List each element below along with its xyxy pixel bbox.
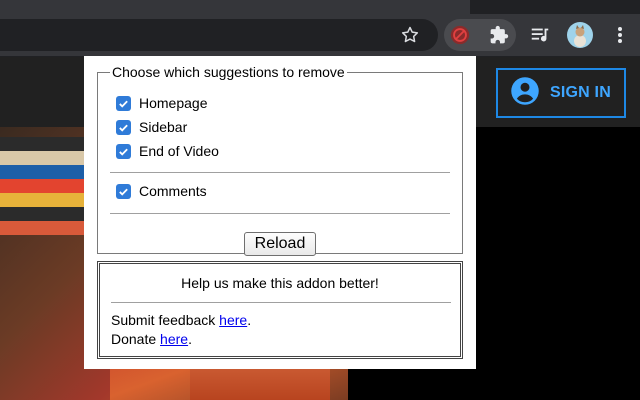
option-comments[interactable]: Comments [116, 183, 207, 199]
submit-feedback-period: . [247, 312, 252, 328]
divider [110, 213, 450, 214]
star-icon[interactable] [398, 23, 422, 47]
donate-line: Donate here. [111, 331, 192, 347]
address-bar[interactable] [0, 19, 438, 51]
kebab-menu-icon[interactable] [608, 23, 632, 47]
extension-popup: Choose which suggestions to remove Homep… [84, 56, 476, 369]
reload-button[interactable]: Reload [244, 232, 316, 256]
checkbox-comments[interactable] [116, 183, 131, 199]
submit-feedback-text: Submit feedback [111, 312, 220, 328]
checkbox-homepage[interactable] [116, 95, 131, 111]
divider [111, 302, 451, 303]
sign-in-label: SIGN IN [550, 84, 611, 101]
divider [110, 172, 450, 173]
option-label-homepage: Homepage [139, 95, 208, 111]
sign-in-button[interactable]: SIGN IN [496, 68, 626, 118]
suggestions-fieldset: Choose which suggestions to remove Homep… [97, 64, 463, 256]
submit-feedback-link[interactable]: here [219, 312, 247, 328]
active-tab[interactable] [0, 0, 470, 14]
fieldset-legend: Choose which suggestions to remove [112, 64, 345, 80]
media-queue-icon[interactable] [528, 23, 552, 47]
profile-avatar[interactable] [566, 21, 594, 49]
donate-period: . [188, 331, 192, 347]
block-extension-icon[interactable] [448, 23, 472, 47]
option-sidebar[interactable]: Sidebar [116, 119, 187, 135]
submit-feedback-line: Submit feedback here. [111, 312, 251, 328]
option-end-of-video[interactable]: End of Video [116, 143, 219, 159]
puzzle-extensions-icon[interactable] [487, 23, 511, 47]
option-label-comments: Comments [139, 183, 207, 199]
feedback-box: Help us make this addon better! Submit f… [97, 261, 463, 359]
donate-text: Donate [111, 331, 161, 347]
tab-strip [0, 0, 640, 14]
donate-link[interactable]: here [160, 331, 188, 347]
checkbox-sidebar[interactable] [116, 119, 131, 135]
account-circle-icon [510, 76, 540, 111]
checkbox-end-of-video[interactable] [116, 143, 131, 159]
option-label-end-of-video: End of Video [139, 143, 219, 159]
option-label-sidebar: Sidebar [139, 119, 188, 135]
option-homepage[interactable]: Homepage [116, 95, 208, 111]
browser-toolbar [0, 14, 640, 57]
feedback-title: Help us make this addon better! [181, 275, 379, 291]
